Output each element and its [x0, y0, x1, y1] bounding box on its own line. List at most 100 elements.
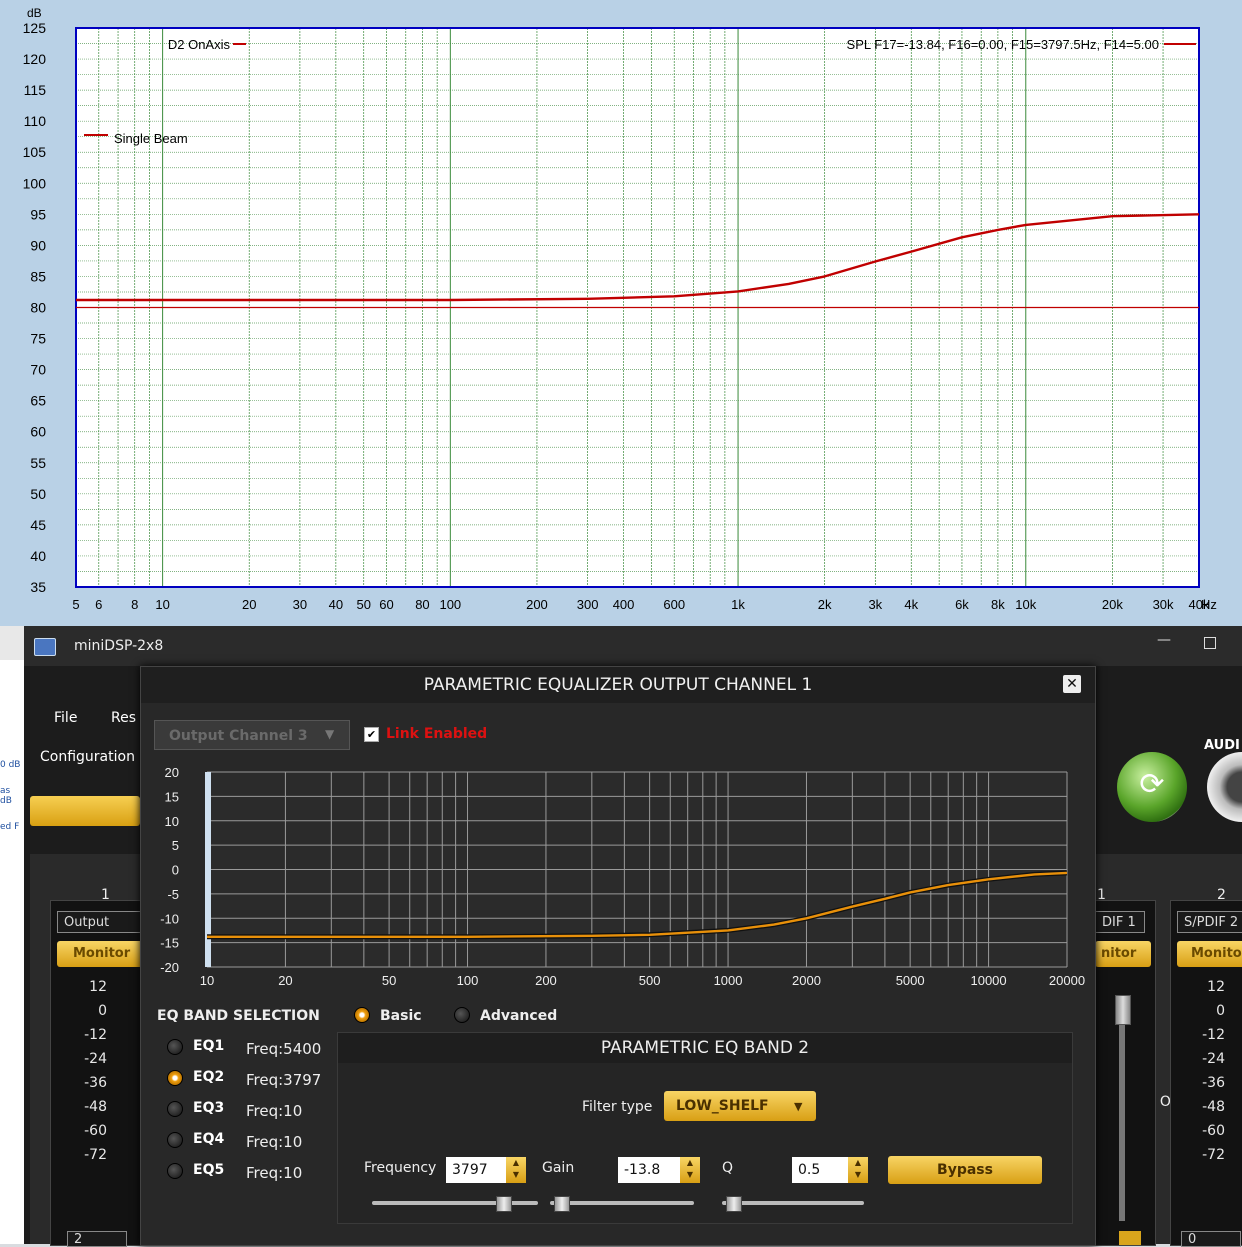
x-tick-label: 600 — [663, 597, 685, 612]
q-spinner[interactable]: ▲ ▼ — [848, 1157, 868, 1183]
spin-button[interactable] — [1119, 1231, 1141, 1245]
y-tick-label: 90 — [30, 237, 46, 253]
q-slider-handle[interactable] — [726, 1196, 742, 1212]
app-title: miniDSP-2x8 — [74, 638, 164, 654]
y-tick-label: 95 — [30, 206, 46, 222]
config-gold-bar[interactable] — [30, 796, 140, 826]
frequency-slider-handle[interactable] — [496, 1196, 512, 1212]
spl-chart: dB12512011511010510095908580757065605550… — [23, 6, 1217, 612]
advanced-mode-radio[interactable] — [454, 1007, 470, 1023]
channel-value-field[interactable]: 2 — [67, 1231, 127, 1247]
spdif-1-strip: 1 DIF 1 nitor — [1094, 887, 1156, 1246]
close-icon[interactable]: ✕ — [1063, 675, 1081, 693]
gain-slider-handle[interactable] — [554, 1196, 570, 1212]
x-tick-label: 40 — [329, 597, 343, 612]
gain-slider[interactable] — [550, 1201, 694, 1205]
eq4-freq: Freq:10 — [246, 1133, 303, 1151]
eq-band-selection-title: EQ BAND SELECTION — [157, 1008, 320, 1024]
eq-x-tick-label: 2000 — [792, 973, 821, 988]
q-slider[interactable] — [722, 1201, 864, 1205]
fader-handle[interactable] — [1115, 995, 1131, 1025]
x-tick-label: 80 — [415, 597, 429, 612]
x-tick-label: 4k — [904, 597, 918, 612]
eq-x-tick-label: 100 — [457, 973, 479, 988]
doc-text: 0 dB — [0, 760, 21, 770]
eq-y-tick-label: -5 — [167, 887, 179, 902]
x-tick-label: 60 — [379, 597, 393, 612]
eq2-label: EQ2 — [193, 1069, 225, 1085]
eq5-freq: Freq:10 — [246, 1164, 303, 1182]
eq-y-tick-label: 5 — [172, 838, 179, 853]
x-tick-label: 3k — [868, 597, 882, 612]
eq-x-tick-label: 1000 — [714, 973, 743, 988]
channel-name-field[interactable]: DIF 1 — [1095, 911, 1145, 933]
background-document: 0 dB as dB ed F — [0, 660, 25, 1244]
channel-name-field[interactable]: Output — [57, 911, 146, 933]
y-tick-label: 100 — [23, 175, 47, 191]
x-unit-label: Hz — [1201, 597, 1217, 612]
x-tick-label: 8 — [131, 597, 138, 612]
monitor-button[interactable]: Monitor — [1177, 941, 1242, 967]
legend-label: SPL F17=-13.84, F16=0.00, F15=3797.5Hz, … — [847, 37, 1159, 52]
eq4-radio[interactable] — [167, 1132, 183, 1148]
y-tick-label: 75 — [30, 331, 46, 347]
q-input[interactable]: 0.5 — [792, 1157, 848, 1183]
link-enabled-checkbox[interactable]: ✔ — [364, 727, 379, 742]
eq3-label: EQ3 — [193, 1100, 225, 1116]
fader-scale: -24 — [84, 1051, 107, 1067]
chevron-down-icon: ▼ — [325, 727, 335, 741]
spl-chart-window: dB 125 120 115 110 105 100 95 90 85 80 75 70 65 60 55 50… — [0, 0, 1242, 626]
eq-response-chart: 20151050-5-10-15-2010 20 50 100 200 500 1000 20… — [160, 765, 1085, 988]
x-tick-label: 6 — [95, 597, 102, 612]
eq-y-tick-label: -20 — [160, 960, 179, 975]
y-tick-label: 35 — [30, 579, 46, 595]
frequency-slider[interactable] — [372, 1201, 538, 1205]
eq2-freq: Freq:3797 — [246, 1071, 322, 1089]
fader-scale: -24 — [1202, 1051, 1225, 1067]
maximize-button[interactable] — [1204, 637, 1216, 649]
speaker-icon[interactable] — [1207, 752, 1242, 822]
gain-spinner[interactable]: ▲ ▼ — [680, 1157, 700, 1183]
app-titlebar[interactable]: miniDSP-2x8 — — [24, 626, 1242, 666]
x-tick-label: 6k — [955, 597, 969, 612]
monitor-button[interactable]: nitor — [1095, 941, 1151, 967]
menu-file[interactable]: File — [54, 710, 77, 726]
eq3-freq: Freq:10 — [246, 1102, 303, 1120]
fader-scale: -60 — [1202, 1123, 1225, 1139]
channel-number: 2 — [1217, 887, 1226, 903]
fader-scale: -48 — [84, 1099, 107, 1115]
frequency-label: Frequency — [364, 1160, 437, 1176]
q-label: Q — [722, 1160, 734, 1176]
y-tick-label: 105 — [23, 144, 47, 160]
doc-text: ed F — [0, 822, 20, 832]
eq2-radio[interactable] — [167, 1070, 183, 1086]
x-tick-label: 400 — [613, 597, 635, 612]
eq-x-tick-label: 500 — [639, 973, 661, 988]
minimize-button[interactable]: — — [1154, 632, 1174, 652]
menu-restore[interactable]: Res — [111, 710, 136, 726]
configuration-label[interactable]: Configuration — [40, 749, 135, 765]
gain-input[interactable]: -13.8 — [618, 1157, 680, 1183]
output-channel-select[interactable]: Output Channel 3 — [154, 720, 350, 750]
eq5-radio[interactable] — [167, 1163, 183, 1179]
peq-dialog-title: PARAMETRIC EQUALIZER OUTPUT CHANNEL 1 — [141, 667, 1095, 703]
link-enabled-label: Link Enabled — [386, 726, 488, 742]
channel-value-field[interactable]: 0 — [1181, 1231, 1241, 1247]
frequency-spinner[interactable]: ▲ ▼ — [506, 1157, 526, 1183]
eq3-radio[interactable] — [167, 1101, 183, 1117]
basic-mode-radio[interactable] — [354, 1007, 370, 1023]
channel-number: 1 — [101, 887, 110, 903]
frequency-input[interactable]: 3797 — [446, 1157, 506, 1183]
y-tick-label: 50 — [30, 486, 46, 502]
fader-track — [1119, 1001, 1125, 1221]
eq-y-tick-label: 10 — [165, 814, 179, 829]
eq1-radio[interactable] — [167, 1039, 183, 1055]
fader-scale: 0 — [98, 1003, 107, 1019]
doc-text: as — [0, 786, 11, 796]
bypass-button[interactable]: Bypass — [888, 1156, 1042, 1184]
eq-x-tick-label: 5000 — [896, 973, 925, 988]
y-tick-label: 40 — [30, 548, 46, 564]
fader-scale: -12 — [1202, 1027, 1225, 1043]
channel-name-field[interactable]: S/PDIF 2 — [1177, 911, 1242, 933]
minidsp-logo-icon — [34, 638, 56, 656]
